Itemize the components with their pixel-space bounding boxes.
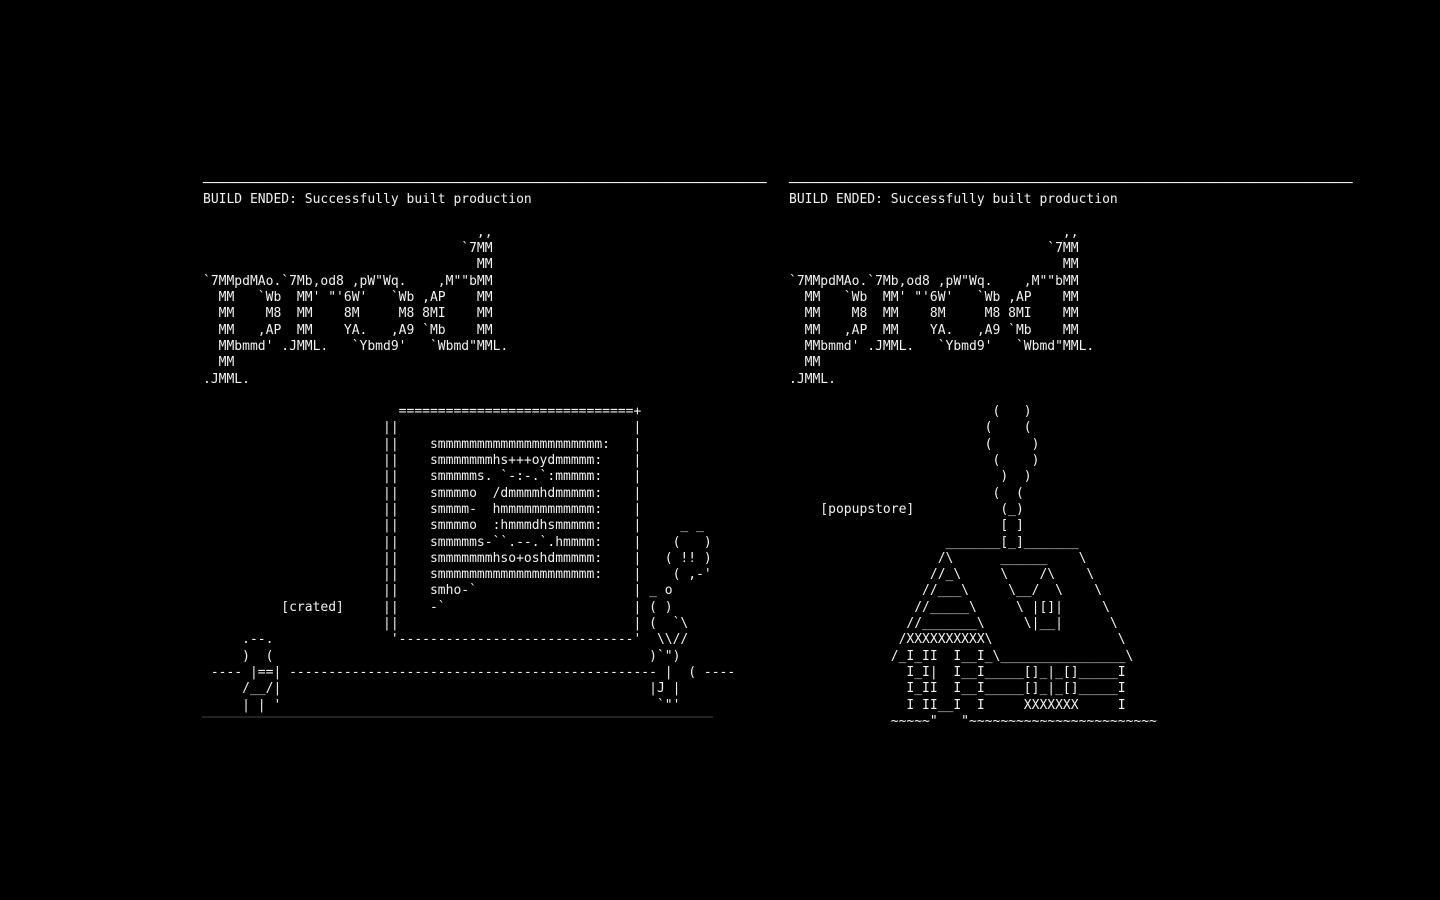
terminal-output-right: ────────────────────────────────────────… [789,176,1353,729]
separator-line [202,716,713,718]
terminal-output-left: ────────────────────────────────────────… [203,176,767,713]
